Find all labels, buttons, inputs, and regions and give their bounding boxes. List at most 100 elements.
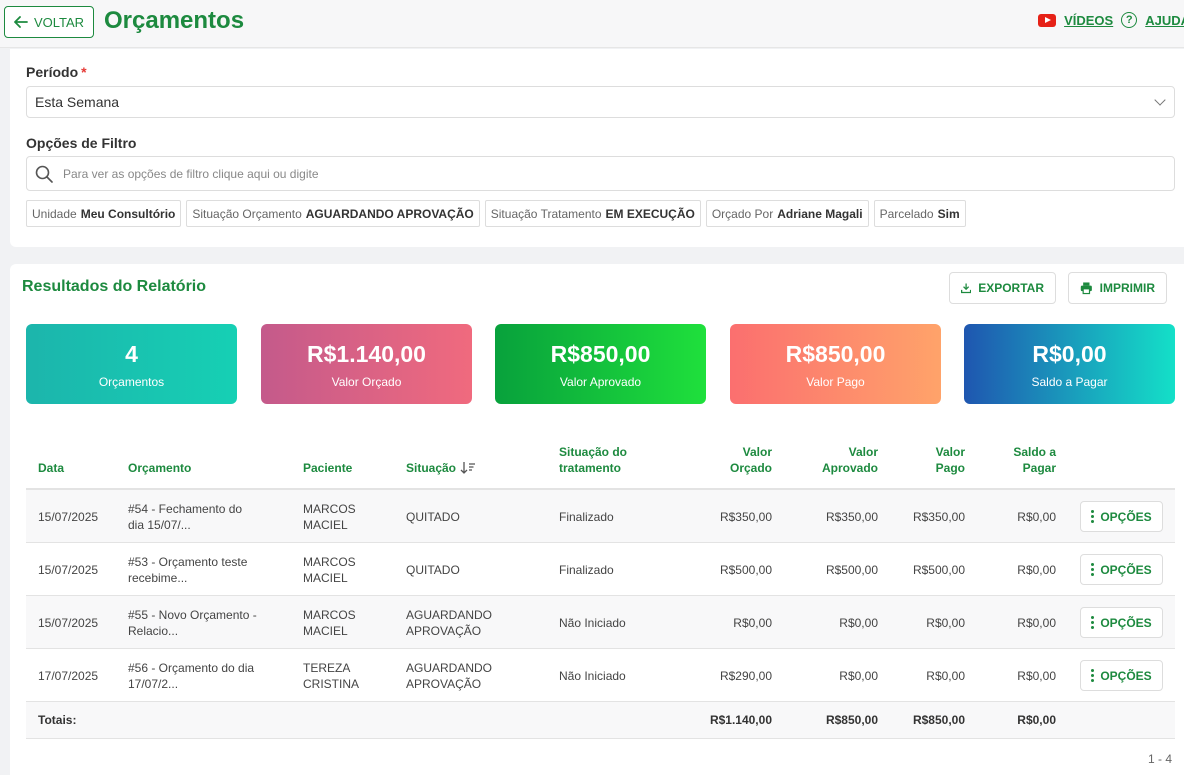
totals-label: Totais: — [38, 713, 77, 727]
cell-situacao-tratamento: Não Iniciado — [559, 669, 626, 683]
row-options-label: OPÇÕES — [1100, 615, 1152, 630]
cell-situacao-tratamento: Não Iniciado — [559, 616, 626, 630]
col-header-valor-orcado[interactable]: Valor Orçado — [730, 444, 772, 476]
export-label: EXPORTAR — [978, 281, 1044, 295]
printer-icon — [1080, 282, 1092, 295]
col-header-situacao-tratamento[interactable]: Situação do tratamento — [559, 444, 627, 476]
pagination-range: 1 - 4 — [1147, 752, 1172, 766]
totals-saldo-a-pagar: R$0,00 — [1017, 713, 1056, 727]
summary-card-saldo-a-pagar: R$0,00 Saldo a Pagar — [964, 324, 1175, 404]
summary-card-valor-pago: R$850,00 Valor Pago — [730, 324, 941, 404]
summary-card-valor-aprovado: R$850,00 Valor Aprovado — [495, 324, 706, 404]
cell-situacao: QUITADO — [406, 510, 460, 524]
cell-situacao-tratamento: Finalizado — [559, 510, 614, 524]
results-title: Resultados do Relatório — [22, 278, 207, 295]
col-header-data[interactable]: Data — [38, 460, 64, 476]
col-header-situacao-label: Situação — [406, 461, 457, 475]
filter-chip-orcado-por[interactable]: Orçado Por Adriane Magali — [705, 200, 869, 227]
more-vertical-icon — [1091, 510, 1095, 523]
sort-descending-icon — [460, 462, 476, 474]
cell-valor-aprovado: R$0,00 — [839, 669, 878, 683]
page-header: VOLTAR Orçamentos VÍDEOS ? AJUDA — [0, 0, 1184, 48]
totals-valor-orcado: R$1.140,00 — [709, 713, 772, 727]
summary-card-value: R$1.140,00 — [307, 341, 426, 367]
table-row: 15/07/2025 #55 - Novo Orçamento - Relacio… — [26, 596, 1175, 649]
filter-chips: Unidade Meu Consultório Situação Orçament… — [26, 200, 966, 227]
filter-search-input[interactable] — [63, 166, 963, 181]
page-title: Orçamentos — [104, 7, 245, 34]
cell-valor-pago: R$0,00 — [926, 616, 965, 630]
cell-valor-orcado: R$500,00 — [719, 563, 772, 577]
cell-orcamento[interactable]: #56 - Orçamento do dia 17/07/2... — [128, 660, 254, 692]
cell-valor-pago: R$350,00 — [912, 510, 965, 524]
back-button-label: VOLTAR — [33, 14, 85, 30]
back-button[interactable]: VOLTAR — [4, 6, 94, 38]
cell-valor-aprovado: R$350,00 — [825, 510, 878, 524]
help-icon[interactable]: ? — [1121, 12, 1138, 28]
cell-valor-pago: R$500,00 — [912, 563, 965, 577]
cell-orcamento[interactable]: #54 - Fechamento do dia 15/07/... — [128, 501, 242, 533]
summary-card-label: Saldo a Pagar — [1031, 375, 1108, 389]
filter-search-box[interactable] — [26, 156, 1175, 191]
chevron-down-icon — [1154, 94, 1166, 106]
filter-panel: Período* Esta Semana Opções de Filtro Un… — [10, 49, 1184, 247]
filter-chip-situacao-orcamento[interactable]: Situação Orçamento AGUARDANDO APROVAÇÃO — [186, 200, 480, 227]
cell-valor-orcado: R$0,00 — [733, 616, 772, 630]
col-header-valor-pago[interactable]: Valor Pago — [936, 444, 965, 476]
cell-valor-aprovado: R$500,00 — [825, 563, 878, 577]
cell-saldo-a-pagar: R$0,00 — [1017, 616, 1056, 630]
cell-orcamento[interactable]: #55 - Novo Orçamento - Relacio... — [128, 607, 257, 639]
summary-card-valor-orcado: R$1.140,00 Valor Orçado — [261, 324, 472, 404]
col-header-paciente[interactable]: Paciente — [303, 460, 352, 476]
cell-situacao: AGUARDANDO APROVAÇÃO — [406, 608, 493, 638]
results-panel: Resultados do Relatório EXPORTAR IMPRIMI… — [10, 264, 1184, 775]
cell-valor-orcado: R$290,00 — [719, 669, 772, 683]
cell-paciente: MARCOS MACIEL — [303, 608, 356, 638]
col-header-situacao[interactable]: Situação — [406, 460, 476, 476]
table-totals-row: Totais: R$1.140,00 R$850,00 R$850,00 R$0… — [26, 702, 1175, 739]
more-vertical-icon — [1091, 563, 1095, 576]
col-header-valor-aprovado[interactable]: Valor Aprovado — [822, 444, 878, 476]
col-header-saldo-a-pagar[interactable]: Saldo a Pagar — [1013, 444, 1056, 476]
cell-situacao: AGUARDANDO APROVAÇÃO — [406, 661, 493, 691]
totals-valor-pago: R$850,00 — [912, 713, 965, 727]
cell-date: 15/07/2025 — [38, 616, 99, 630]
table-row: 15/07/2025 #53 - Orçamento teste recebime… — [26, 543, 1175, 596]
filter-chip-unidade[interactable]: Unidade Meu Consultório — [26, 200, 182, 227]
header-links: VÍDEOS ? AJUDA — [1038, 12, 1184, 28]
export-button[interactable]: EXPORTAR — [949, 272, 1056, 304]
cell-saldo-a-pagar: R$0,00 — [1017, 563, 1056, 577]
cell-orcamento[interactable]: #53 - Orçamento teste recebime... — [128, 554, 247, 586]
cell-date: 15/07/2025 — [38, 510, 99, 524]
summary-card-label: Valor Orçado — [331, 375, 402, 389]
download-icon — [961, 283, 972, 294]
cell-paciente: TEREZA CRISTINA — [303, 661, 360, 691]
summary-card-value: R$0,00 — [1032, 341, 1107, 367]
summary-card-label: Valor Pago — [806, 375, 865, 389]
table-row: 15/07/2025 #54 - Fechamento do dia 15/07/… — [26, 490, 1175, 543]
row-options-button[interactable]: OPÇÕES — [1080, 554, 1163, 585]
more-vertical-icon — [1091, 669, 1095, 682]
row-options-label: OPÇÕES — [1100, 509, 1152, 524]
col-header-orcamento[interactable]: Orçamento — [128, 460, 191, 476]
summary-card-value: 4 — [125, 341, 138, 367]
print-button[interactable]: IMPRIMIR — [1068, 272, 1167, 304]
row-options-label: OPÇÕES — [1100, 562, 1152, 577]
arrow-left-icon — [14, 16, 28, 28]
videos-link[interactable]: VÍDEOS — [1064, 13, 1113, 28]
summary-card-label: Valor Aprovado — [559, 375, 642, 389]
row-options-button[interactable]: OPÇÕES — [1080, 660, 1163, 691]
cell-paciente: MARCOS MACIEL — [303, 555, 356, 585]
row-options-button[interactable]: OPÇÕES — [1080, 501, 1163, 532]
cell-situacao-tratamento: Finalizado — [559, 563, 614, 577]
filter-chip-parcelado[interactable]: Parcelado Sim — [873, 200, 966, 227]
print-label: IMPRIMIR — [1099, 281, 1155, 295]
summary-card-label: Orçamentos — [98, 375, 165, 389]
summary-card-orcamentos: 4 Orçamentos — [26, 324, 237, 404]
more-vertical-icon — [1091, 616, 1095, 629]
period-select-value: Esta Semana — [35, 94, 120, 110]
row-options-button[interactable]: OPÇÕES — [1080, 607, 1163, 638]
filter-chip-situacao-tratamento[interactable]: Situação Tratamento EM EXECUÇÃO — [484, 200, 701, 227]
period-select[interactable]: Esta Semana — [26, 86, 1175, 118]
help-link[interactable]: AJUDA — [1145, 13, 1184, 28]
